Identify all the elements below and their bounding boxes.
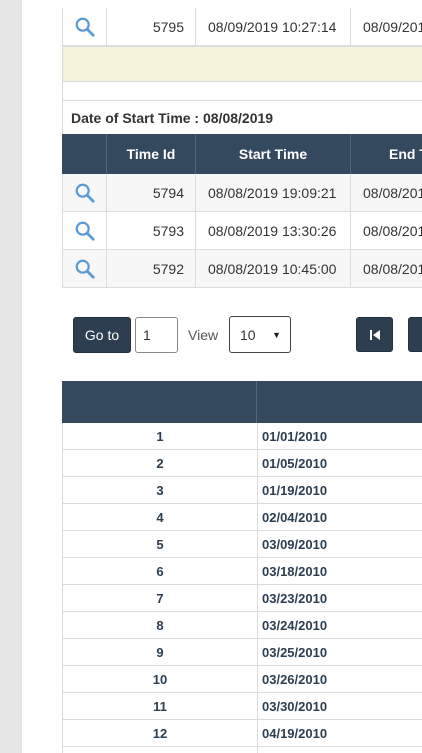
page-size-value: 10 — [240, 326, 256, 343]
row-number: 2 — [156, 455, 164, 471]
time-id-cell: 5794 — [106, 174, 195, 211]
date-list-header — [62, 381, 422, 423]
list-item[interactable]: 12 04/19/2010 — [62, 720, 422, 747]
row-number: 8 — [156, 617, 164, 633]
table-row[interactable]: 5794 08/08/2019 19:09:21 08/08/201 — [62, 174, 422, 212]
page-number-input[interactable] — [135, 317, 178, 353]
row-date: 03/30/2010 — [257, 693, 422, 719]
time-id-cell: 5793 — [106, 212, 195, 249]
list-item[interactable]: 8 03/24/2010 — [62, 612, 422, 639]
table-row[interactable]: 5792 08/08/2019 10:45:00 08/08/201 — [62, 250, 422, 288]
start-time-cell: 08/08/2019 19:09:21 — [195, 174, 350, 211]
end-time-cell: 08/08/201 — [350, 250, 422, 287]
header-start-time[interactable]: Start Time — [195, 134, 350, 174]
row-number: 11 — [153, 698, 167, 714]
row-number: 1 — [156, 428, 164, 444]
view-details-button[interactable] — [62, 174, 106, 211]
list-item[interactable]: 11 03/30/2010 — [62, 693, 422, 720]
table-row[interactable]: 5795 08/09/2019 10:27:14 08/09/201 — [62, 8, 422, 46]
row-number: 3 — [156, 482, 164, 498]
group-spacer — [62, 82, 422, 101]
end-time-cell: 08/08/201 — [350, 212, 422, 249]
row-number: 6 — [156, 563, 164, 579]
group-footer-row — [62, 46, 422, 82]
magnifier-icon — [75, 183, 95, 203]
view-details-button[interactable] — [62, 8, 106, 45]
row-number: 10 — [152, 671, 168, 687]
row-number: 9 — [156, 644, 164, 660]
row-number: 5 — [156, 536, 164, 552]
row-number: 12 — [152, 725, 168, 741]
list-item[interactable]: 7 03/23/2010 — [62, 585, 422, 612]
list-item[interactable]: 2 01/05/2010 — [62, 450, 422, 477]
list-item[interactable]: 9 03/25/2010 — [62, 639, 422, 666]
caret-down-icon: ▼ — [272, 330, 281, 340]
row-date: 03/09/2010 — [257, 531, 422, 557]
row-number: 4 — [156, 509, 164, 525]
goto-button[interactable]: Go to — [73, 317, 131, 353]
row-date: 01/05/2010 — [257, 450, 422, 476]
row-date: 03/24/2010 — [257, 612, 422, 638]
list-item[interactable]: 4 02/04/2010 — [62, 504, 422, 531]
magnifier-icon — [75, 259, 95, 279]
time-id-cell: 5795 — [106, 8, 195, 45]
list-item[interactable]: 5 03/09/2010 — [62, 531, 422, 558]
list-item[interactable]: 10 03/26/2010 — [62, 666, 422, 693]
row-date: 03/26/2010 — [257, 666, 422, 692]
magnifier-icon — [75, 17, 95, 37]
row-date: 03/23/2010 — [257, 585, 422, 611]
time-id-cell: 5792 — [106, 250, 195, 287]
prev-page-button[interactable] — [408, 317, 422, 352]
row-date: 01/01/2010 — [257, 423, 422, 449]
list-item[interactable]: 3 01/19/2010 — [62, 477, 422, 504]
view-details-button[interactable] — [62, 212, 106, 249]
list-item[interactable]: 6 03/18/2010 — [62, 558, 422, 585]
table-row[interactable]: 5793 08/08/2019 13:30:26 08/08/201 — [62, 212, 422, 250]
row-date: 03/25/2010 — [257, 639, 422, 665]
row-date: 04/19/2010 — [257, 720, 422, 746]
header-time-id[interactable]: Time Id — [106, 134, 195, 174]
first-page-button[interactable] — [356, 317, 393, 352]
row-date: 01/19/2010 — [257, 477, 422, 503]
row-number: 7 — [156, 590, 164, 606]
end-time-cell: 08/09/201 — [350, 8, 422, 45]
start-time-cell: 08/09/2019 10:27:14 — [195, 8, 350, 45]
list-item-cut — [62, 747, 422, 753]
row-date: 03/18/2010 — [257, 558, 422, 584]
view-label: View — [188, 327, 219, 343]
table-header: Time Id Start Time End T — [62, 134, 422, 174]
magnifier-icon — [75, 221, 95, 241]
end-time-cell: 08/08/201 — [350, 174, 422, 211]
date-group-label: Date of Start Time : 08/08/2019 — [62, 101, 422, 134]
list-item[interactable]: 1 01/01/2010 — [62, 423, 422, 450]
view-details-button[interactable] — [62, 250, 106, 287]
start-time-cell: 08/08/2019 10:45:00 — [195, 250, 350, 287]
header-icon-col — [62, 134, 106, 174]
page-size-select[interactable]: 10 ▼ — [229, 316, 291, 353]
header-end-time[interactable]: End T — [350, 134, 422, 174]
row-date: 02/04/2010 — [257, 504, 422, 530]
start-time-cell: 08/08/2019 13:30:26 — [195, 212, 350, 249]
first-page-icon — [369, 329, 380, 340]
